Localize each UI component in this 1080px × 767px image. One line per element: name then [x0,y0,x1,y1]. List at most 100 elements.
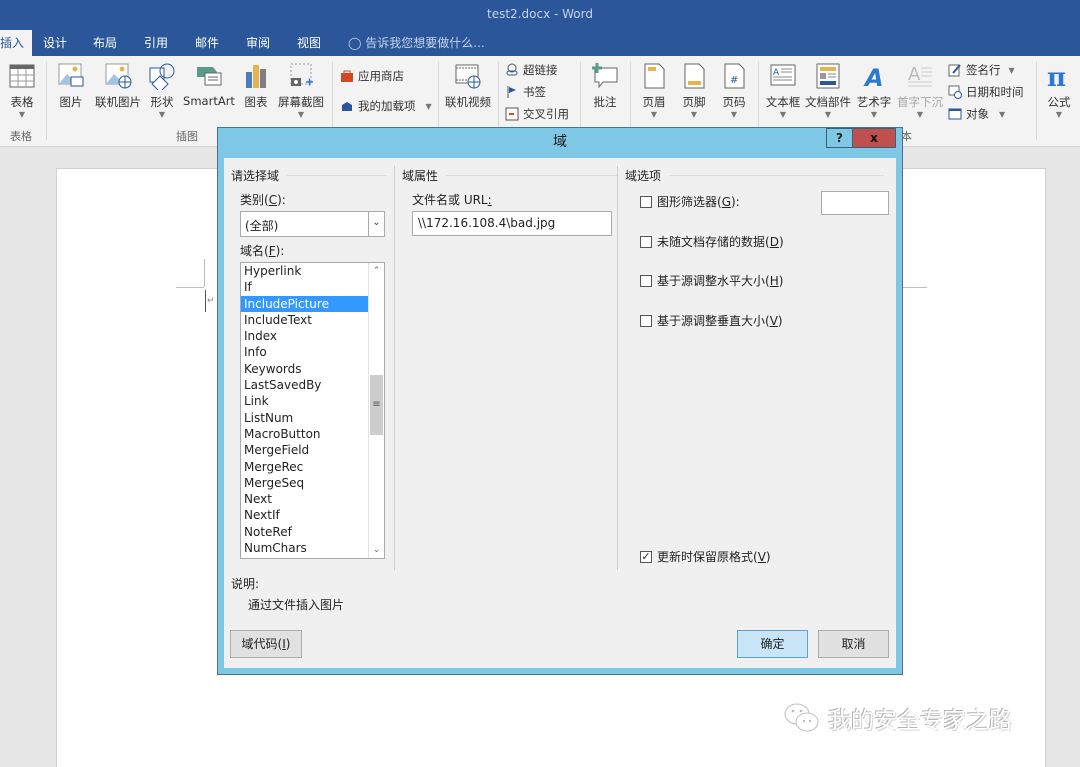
header-button[interactable]: 页眉 ▼ [638,60,670,120]
list-item[interactable]: MergeSeq [241,475,368,491]
label-tail: ) [765,550,771,564]
field-names-label: 域名(F): [240,242,284,259]
online-pictures-button[interactable]: 联机图片 [92,60,144,110]
list-item[interactable]: NumChars [241,540,368,556]
scroll-up-icon[interactable]: ⌃ [369,263,384,279]
list-item[interactable]: MergeField [241,442,368,458]
list-item[interactable]: ListNum [241,410,368,426]
checkbox-box[interactable] [640,235,652,248]
list-item[interactable]: Info [241,344,368,360]
shapes-button[interactable]: 形状 ▼ [148,60,176,120]
smartart-button[interactable]: SmartArt [182,60,236,108]
data-not-stored-checkbox[interactable]: 未随文档存储的数据(D) [640,233,784,250]
header-label: 页眉 [642,95,666,109]
equation-button[interactable]: π 公式 ▼ [1044,60,1074,120]
tab-view[interactable]: 视图 [297,34,321,52]
checkbox-box[interactable] [640,274,652,287]
dropdown-arrow-icon: ▼ [730,110,738,119]
tab-mailings[interactable]: 邮件 [195,34,219,52]
my-addins-button[interactable]: 我的加载项 ▼ [340,98,432,114]
tab-insert[interactable]: 插入 [0,30,33,56]
tab-references[interactable]: 引用 [144,34,168,52]
tell-me-box[interactable]: ◯ 告诉我您想要做什么... [348,34,485,52]
list-item[interactable]: IncludePicture [241,295,368,312]
picture-icon [57,62,85,90]
list-item[interactable]: LastSavedBy [241,377,368,393]
addins-icon [340,99,354,113]
checkbox-box[interactable] [640,314,652,327]
store-label: 应用商店 [358,69,404,83]
cross-reference-label: 交叉引用 [523,107,569,121]
online-video-button[interactable]: 联机视频 [444,60,492,110]
checkbox-label: 基于源调整垂直大小(V) [657,312,783,329]
list-item[interactable]: NextIf [241,507,368,523]
cross-reference-button[interactable]: 交叉引用 [505,106,569,122]
list-item[interactable]: Hyperlink [241,263,368,279]
checkbox-box[interactable]: ✓ [640,550,652,563]
svg-text:A: A [863,64,884,90]
page-number-button[interactable]: # 页码 ▼ [718,60,750,120]
store-button[interactable]: 应用商店 [340,68,404,84]
footer-button[interactable]: 页脚 ▼ [678,60,710,120]
scrollbar-thumb[interactable]: ≡ [370,375,383,435]
list-item[interactable]: MergeRec [241,459,368,475]
tab-design[interactable]: 设计 [43,34,67,52]
filename-url-input[interactable]: \\172.16.108.4\bad.jpg [412,211,612,236]
cancel-button[interactable]: 取消 [818,630,889,658]
list-scrollbar[interactable]: ⌃ ≡ ⌄ [368,263,384,558]
comment-button[interactable]: 批注 [588,60,622,110]
text-box-label: 文本框 [765,95,801,109]
resize-vertical-checkbox[interactable]: 基于源调整垂直大小(V) [640,312,783,329]
text-box-button[interactable]: A 文本框 ▼ [764,60,802,120]
resize-horizontal-checkbox[interactable]: 基于源调整水平大小(H) [640,272,783,289]
page-number-icon: # [720,62,748,90]
description-label: 说明: [231,577,260,591]
date-time-button[interactable]: 日期和时间 [948,84,1024,100]
shapes-icon [148,62,176,93]
chart-button[interactable]: 图表 [242,60,270,110]
label-tail: ): [731,195,740,209]
field-codes-button[interactable]: 域代码(I) [230,630,302,658]
list-item[interactable]: IncludeText [241,312,368,328]
screenshot-button[interactable]: 屏幕截图 ▼ [276,60,326,120]
accesskey: H [769,274,779,288]
bookmark-button[interactable]: 书签 [505,84,546,100]
ok-button[interactable]: 确定 [737,630,808,658]
online-video-icon [454,62,482,90]
list-item[interactable]: If [241,279,368,295]
table-button[interactable]: 表格 ▼ [6,60,38,120]
label-text: 基于源调整垂直大小( [657,314,770,328]
chevron-down-icon[interactable]: ⌄ [368,212,384,236]
divider [446,175,619,176]
hyperlink-button[interactable]: 超链接 [505,62,558,78]
quick-parts-button[interactable]: 文档部件 ▼ [804,60,852,120]
accesskey: V [757,550,766,564]
pictures-button[interactable]: 图片 [56,60,86,110]
online-video-label: 联机视频 [445,95,491,109]
drop-cap-button[interactable]: A 首字下沉 ▼ [896,60,944,120]
scroll-down-icon[interactable]: ⌄ [369,542,384,558]
list-item[interactable]: NoteRef [241,524,368,540]
tab-review[interactable]: 审阅 [246,34,270,52]
help-button[interactable]: ? [826,128,853,148]
list-item[interactable]: Link [241,393,368,409]
dropdown-arrow-icon: ▼ [425,101,432,111]
graphic-filter-checkbox[interactable]: 图形筛选器(G): [640,193,740,210]
accesskey: G [721,195,731,209]
list-item[interactable]: Keywords [241,361,368,377]
close-button[interactable]: x [853,128,896,148]
tab-layout[interactable]: 布局 [93,34,117,52]
preserve-formatting-checkbox[interactable]: ✓ 更新时保留原格式(V) [640,548,771,565]
category-select[interactable]: (全部) ⌄ [240,211,385,237]
graphic-filter-input[interactable] [821,191,889,215]
checkbox-box[interactable] [640,195,652,208]
signature-line-button[interactable]: 签名行 ▼ [948,62,1015,78]
list-item[interactable]: MacroButton [241,426,368,442]
list-item[interactable]: Next [241,491,368,507]
group-label-illustrations: 插图 [176,130,198,143]
wordart-button[interactable]: A 艺术字 ▼ [856,60,892,120]
object-button[interactable]: 对象 ▼ [948,106,1005,122]
field-names-list[interactable]: Hyperlink If IncludePicture IncludeText Inde… [240,262,385,559]
list-item[interactable]: Index [241,328,368,344]
hyperlink-icon [505,63,519,77]
